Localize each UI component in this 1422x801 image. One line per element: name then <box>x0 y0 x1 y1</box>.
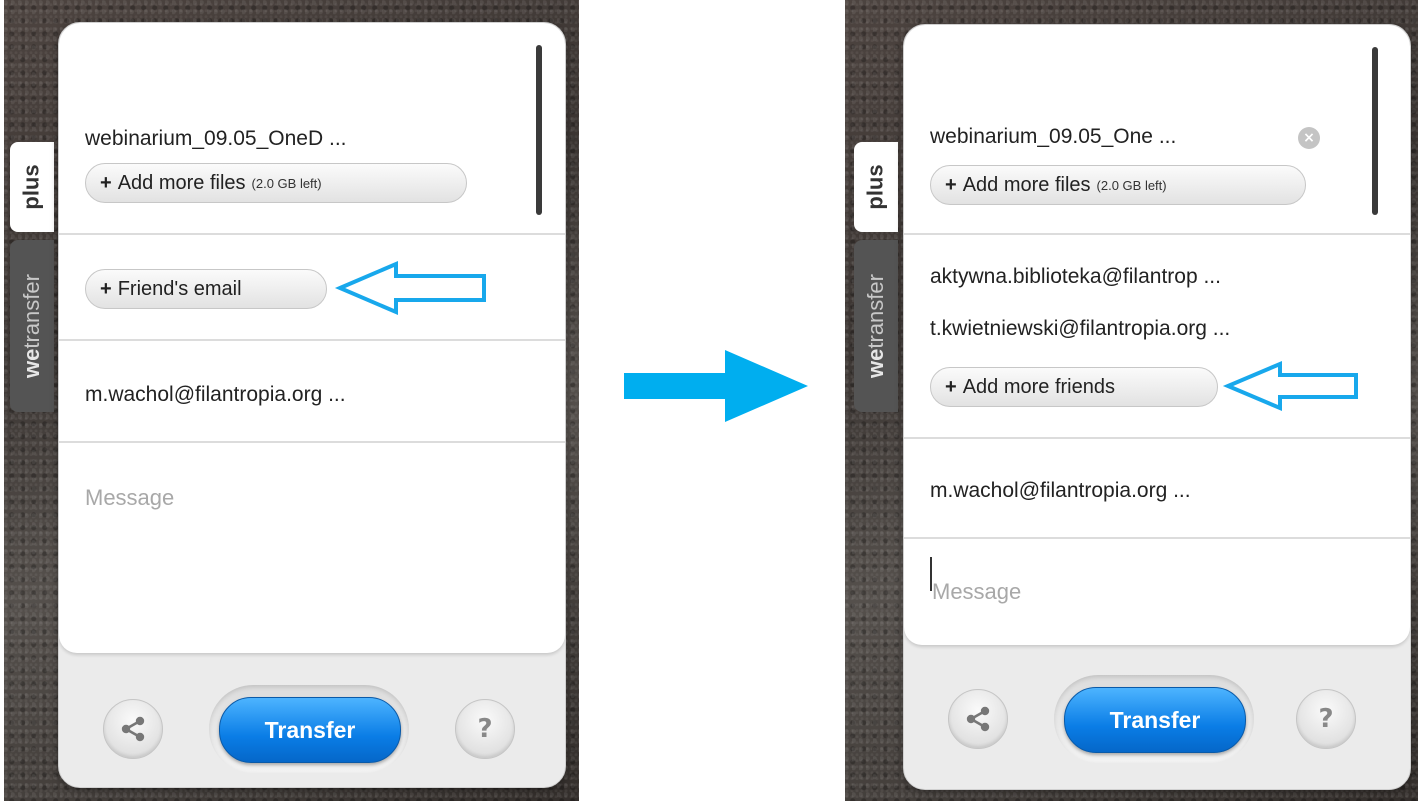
plus-icon: + <box>100 171 112 194</box>
help-icon: ? <box>1318 704 1334 734</box>
plus-icon: + <box>945 375 957 398</box>
tab-wetransfer-label: transfer <box>863 274 889 349</box>
right-recipient-2[interactable]: t.kwietniewski@filantropia.org ... <box>930 317 1230 341</box>
tab-plus-label: plus <box>863 164 889 210</box>
right-form-area: webinarium_09.05_One ... × + Add more fi… <box>904 25 1410 645</box>
right-file-name: webinarium_09.05_One ... <box>930 125 1177 148</box>
tab-plus[interactable]: plus <box>10 142 54 232</box>
tab-wetransfer-label: transfer <box>19 274 45 349</box>
plus-icon: + <box>945 173 957 196</box>
right-sender-email[interactable]: m.wachol@filantropia.org ... <box>930 479 1191 503</box>
tab-wetransfer[interactable]: wetransfer <box>854 240 898 412</box>
left-share-button[interactable] <box>103 699 163 759</box>
right-recipient-1[interactable]: aktywna.biblioteka@filantrop ... <box>930 265 1221 289</box>
left-annotation-arrow <box>334 260 486 316</box>
right-add-files-button[interactable]: + Add more files (2.0 GB left) <box>930 165 1306 205</box>
center-arrow <box>624 350 808 422</box>
left-form-area: webinarium_09.05_OneD ... + Add more fil… <box>59 23 565 653</box>
divider <box>59 441 565 443</box>
left-file-name: webinarium_09.05_OneD ... <box>85 127 347 150</box>
divider <box>59 233 565 235</box>
share-icon <box>966 706 990 732</box>
help-icon: ? <box>477 714 493 744</box>
left-help-button[interactable]: ? <box>455 699 515 759</box>
left-message-field[interactable]: Message <box>85 485 174 511</box>
right-add-friends-button[interactable]: + Add more friends <box>930 367 1218 407</box>
right-add-files-left: (2.0 GB left) <box>1096 177 1167 193</box>
right-annotation-arrow <box>1222 360 1358 412</box>
divider <box>904 537 1410 539</box>
divider <box>59 339 565 341</box>
tab-plus[interactable]: plus <box>854 142 898 232</box>
left-friend-email-button[interactable]: + Friend's email <box>85 269 327 309</box>
left-add-files-left: (2.0 GB left) <box>251 175 322 191</box>
close-circle-icon[interactable]: × <box>1298 127 1320 149</box>
share-icon <box>121 716 145 742</box>
right-add-files-label: Add more files <box>962 173 1091 196</box>
right-share-button[interactable] <box>948 689 1008 749</box>
right-message-field[interactable]: Message <box>932 579 1021 605</box>
left-scrollbar[interactable] <box>536 45 542 215</box>
divider <box>904 233 1410 235</box>
divider <box>904 437 1410 439</box>
left-transfer-button[interactable]: Transfer <box>219 697 401 763</box>
left-friend-email-label: Friend's email <box>117 277 242 300</box>
plus-icon: + <box>100 277 112 300</box>
right-help-button[interactable]: ? <box>1296 689 1356 749</box>
left-add-files-label: Add more files <box>117 171 246 194</box>
tab-wetransfer-we: we <box>19 348 45 378</box>
tab-plus-label: plus <box>19 164 45 210</box>
left-add-files-button[interactable]: + Add more files (2.0 GB left) <box>85 163 467 203</box>
tab-wetransfer-we: we <box>863 348 889 378</box>
right-transfer-button[interactable]: Transfer <box>1064 687 1246 753</box>
right-scrollbar[interactable] <box>1372 47 1378 215</box>
left-sender-email[interactable]: m.wachol@filantropia.org ... <box>85 383 346 407</box>
left-transfer-panel: webinarium_09.05_OneD ... + Add more fil… <box>58 22 566 788</box>
tab-wetransfer[interactable]: wetransfer <box>10 240 54 412</box>
right-add-friends-label: Add more friends <box>962 375 1115 398</box>
